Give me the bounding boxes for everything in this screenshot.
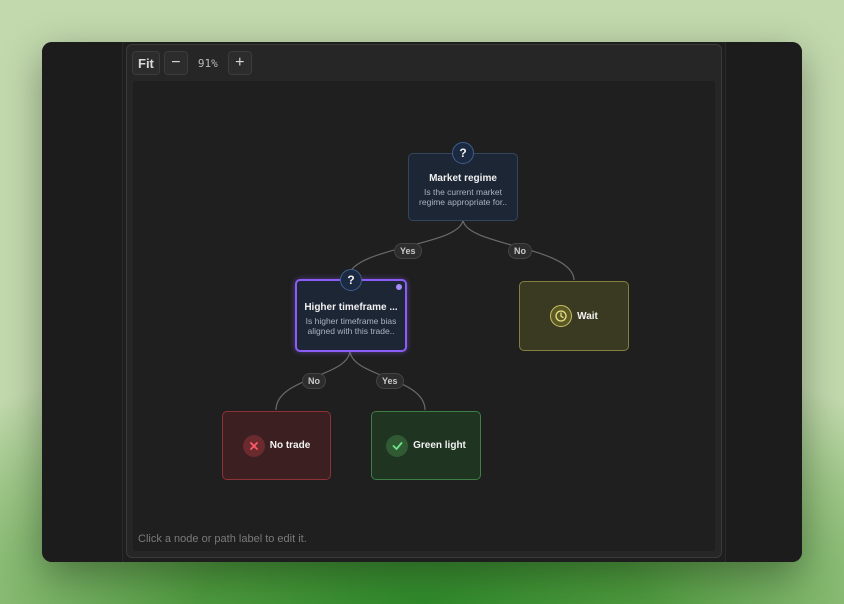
edge-label-htf-yes[interactable]: Yes bbox=[376, 373, 404, 389]
node-description: Is the current market regime appropriate… bbox=[413, 187, 513, 207]
zoom-in-button[interactable]: + bbox=[227, 51, 252, 75]
question-icon: ? bbox=[340, 269, 362, 291]
right-sidebar bbox=[725, 42, 802, 562]
outcome-label: Green light bbox=[413, 440, 466, 451]
clock-icon bbox=[550, 305, 573, 327]
node-description: Is higher timeframe bias aligned with th… bbox=[300, 316, 403, 336]
node-green-light[interactable]: Green light bbox=[371, 411, 481, 480]
node-no-trade[interactable]: No trade bbox=[222, 411, 331, 480]
node-description-line: aligned with this trade.. bbox=[307, 325, 395, 336]
left-sidebar bbox=[42, 42, 123, 562]
decision-tree-panel: Fit − 91% + ? Market regime Is the curre… bbox=[126, 44, 722, 558]
node-description-line: Is the current market bbox=[424, 187, 502, 197]
app-window: Fit − 91% + ? Market regime Is the curre… bbox=[42, 42, 802, 562]
edge-label-htf-no[interactable]: No bbox=[302, 373, 326, 389]
node-description-line: Is higher timeframe bias bbox=[305, 315, 397, 326]
selection-dot-icon bbox=[396, 284, 402, 290]
node-description-line: regime appropriate for.. bbox=[419, 197, 507, 207]
node-higher-timeframe[interactable]: ? Higher timeframe ... Is higher timefra… bbox=[295, 269, 407, 352]
tree-canvas[interactable]: ? Market regime Is the current market re… bbox=[133, 81, 715, 551]
x-icon bbox=[242, 434, 265, 457]
node-wait[interactable]: Wait bbox=[519, 281, 629, 351]
node-title: Higher timeframe ... bbox=[304, 301, 398, 313]
edit-hint: Click a node or path label to edit it. bbox=[138, 533, 307, 545]
node-title: Market regime bbox=[429, 173, 497, 184]
question-icon: ? bbox=[452, 142, 474, 164]
edge-label-regime-no[interactable]: No bbox=[508, 243, 532, 259]
zoom-out-button[interactable]: − bbox=[163, 51, 188, 75]
check-icon bbox=[386, 434, 409, 457]
outcome-label: No trade bbox=[269, 440, 311, 451]
zoom-level: 91% bbox=[197, 56, 218, 70]
edge-label-regime-yes[interactable]: Yes bbox=[394, 243, 422, 259]
node-market-regime[interactable]: ? Market regime Is the current market re… bbox=[408, 142, 518, 221]
canvas-toolbar: Fit − 91% + bbox=[132, 50, 252, 76]
outcome-label: Wait bbox=[577, 310, 598, 322]
fit-button[interactable]: Fit bbox=[132, 51, 160, 75]
